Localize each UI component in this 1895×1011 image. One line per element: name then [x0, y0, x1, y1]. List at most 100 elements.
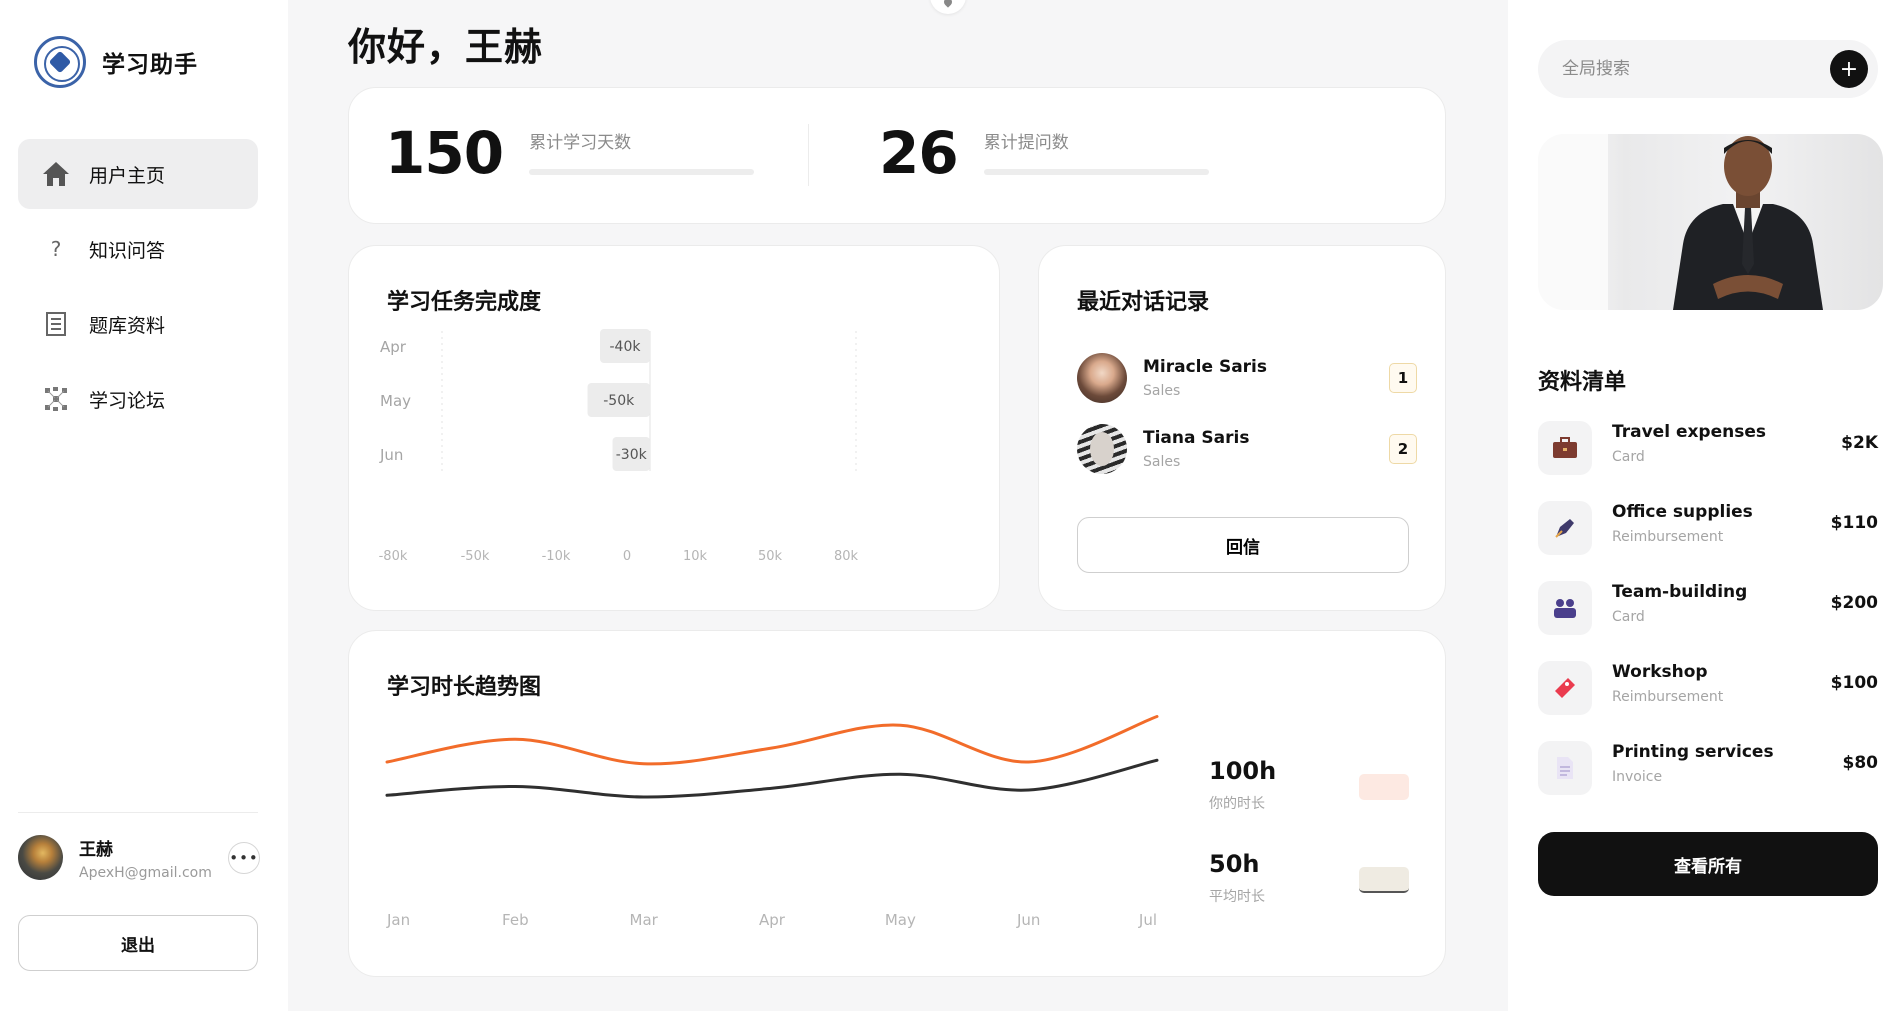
sidebar-item-qa[interactable]: ? 知识问答: [18, 214, 258, 284]
university-logo: [34, 36, 86, 88]
category-label: Apr: [380, 338, 407, 356]
contact-role: Sales: [1143, 454, 1181, 470]
divider: [808, 124, 809, 186]
view-all-button[interactable]: 查看所有: [1538, 832, 1878, 896]
task-completion-card: 学习任务完成度 Apr -40k May -50k Jun -30k -80k -50k -10…: [348, 245, 1000, 611]
legend-average-time: 50h 平均时长: [1209, 850, 1265, 906]
bar-data-label: -50k: [603, 393, 635, 409]
pin-icon[interactable]: [930, 0, 966, 14]
search-input[interactable]: [1562, 40, 1812, 98]
series-line: [385, 758, 1159, 799]
series-line: [385, 715, 1159, 766]
resource-name: Travel expenses: [1612, 422, 1767, 442]
bar-data-label: -30k: [616, 447, 648, 463]
study-trend-card: 学习时长趋势图 Jan Feb Mar Apr May Jun Jul 100h 你的时长 …: [348, 630, 1446, 977]
ellipsis-icon: •••: [229, 849, 259, 867]
section-title: 资料清单: [1538, 370, 1627, 395]
bar-data-label: -40k: [610, 339, 642, 355]
user-profile: 王赫 ApexH@gmail.com •••: [18, 812, 260, 902]
home-icon: [40, 158, 72, 190]
more-options-button[interactable]: •••: [228, 842, 260, 874]
team-icon: [1538, 581, 1592, 635]
x-tick-label: 0: [623, 549, 631, 564]
resource-amount: $80: [1842, 753, 1879, 773]
resource-name: Team-building: [1612, 582, 1748, 602]
legend-value: 50h: [1209, 850, 1260, 878]
user-email: ApexH@gmail.com: [79, 864, 212, 881]
sidebar-item-forum[interactable]: 学习论坛: [18, 364, 258, 434]
ticket-icon: [1538, 661, 1592, 715]
right-panel: + 资料清单 Travel expenses Card $2K Office s…: [1508, 0, 1895, 1011]
x-tick-label: Jul: [1138, 911, 1157, 929]
x-tick-label: -10k: [542, 549, 571, 564]
list-item[interactable]: Office supplies Reimbursement $110: [1538, 498, 1878, 556]
list-item[interactable]: Workshop Reimbursement $100: [1538, 658, 1878, 716]
resource-type: Card: [1612, 449, 1645, 465]
sidebar-item-home[interactable]: 用户主页: [18, 139, 258, 209]
sidebar-item-label: 学习论坛: [89, 389, 166, 412]
briefcase-icon: [1538, 421, 1592, 475]
avatar: [1077, 424, 1127, 474]
legend-value: 100h: [1209, 757, 1277, 785]
resource-name: Printing services: [1612, 742, 1774, 762]
x-tick-label: Apr: [759, 911, 786, 929]
x-tick-label: 50k: [758, 549, 783, 564]
stat-label: 累计提问数: [983, 133, 1069, 153]
brand: 学习助手: [34, 36, 198, 88]
x-tick-label: 10k: [683, 549, 708, 564]
x-tick-label: May: [885, 911, 916, 929]
card-title: 最近对话记录: [1077, 290, 1210, 315]
stat-progress-bar: [983, 169, 1209, 175]
x-tick-label: -80k: [379, 549, 408, 564]
study-trend-line-chart: Jan Feb Mar Apr May Jun Jul: [385, 715, 1159, 929]
sidebar-item-label: 知识问答: [89, 239, 166, 262]
x-tick-label: Jun: [1016, 911, 1040, 929]
global-search: +: [1538, 40, 1878, 98]
resource-type: Reimbursement: [1612, 529, 1724, 545]
stats-card: 150 累计学习天数 26 累计提问数: [348, 87, 1446, 224]
page-title: 你好，王赫: [348, 25, 544, 69]
sidebar: 学习助手 用户主页 ? 知识问答 题库资料 学习论坛 王赫 ApexH@gmai…: [0, 0, 288, 1011]
file-icon: [1538, 741, 1592, 795]
legend-swatch: [1359, 774, 1409, 800]
unread-badge: 1: [1389, 363, 1417, 393]
logout-button[interactable]: 退出: [18, 915, 258, 971]
x-tick-label: 80k: [834, 549, 859, 564]
resource-type: Reimbursement: [1612, 689, 1724, 705]
list-item[interactable]: Miracle Saris Sales 1: [1077, 350, 1417, 406]
user-name: 王赫: [79, 839, 113, 860]
resource-name: Workshop: [1612, 662, 1708, 682]
x-tick-label: Jan: [386, 911, 410, 929]
resource-amount: $2K: [1841, 433, 1878, 453]
add-button[interactable]: +: [1830, 50, 1868, 88]
sidebar-item-label: 题库资料: [89, 314, 166, 337]
sidebar-item-label: 用户主页: [89, 164, 166, 187]
list-item[interactable]: Team-building Card $200: [1538, 578, 1878, 636]
legend-your-time: 100h 你的时长: [1209, 757, 1276, 813]
document-icon: [40, 308, 72, 340]
sidebar-item-question-bank[interactable]: 题库资料: [18, 289, 258, 359]
contact-role: Sales: [1143, 383, 1181, 399]
stat-questions: 26 累计提问数: [879, 124, 1209, 182]
contact-name: Tiana Saris: [1143, 428, 1250, 448]
stat-value: 150: [385, 119, 504, 187]
stat-label: 累计学习天数: [529, 133, 632, 153]
reply-button[interactable]: 回信: [1077, 517, 1409, 573]
list-item[interactable]: Printing services Invoice $80: [1538, 738, 1878, 796]
resource-type: Card: [1612, 609, 1645, 625]
resource-type: Invoice: [1612, 769, 1663, 785]
sidebar-nav: 用户主页 ? 知识问答 题库资料 学习论坛: [18, 139, 258, 439]
legend-label: 你的时长: [1209, 796, 1265, 812]
pen-icon: [1538, 501, 1592, 555]
task-bar-chart: Apr -40k May -50k Jun -30k -80k -50k -10k 0 10k 50k…: [379, 329, 859, 564]
recent-dialogs-card: 最近对话记录 Miracle Saris Sales 1 Tiana Saris…: [1038, 245, 1446, 611]
avatar[interactable]: [18, 835, 63, 880]
stat-value: 26: [879, 119, 959, 187]
profile-photo: [1538, 134, 1883, 310]
list-item[interactable]: Tiana Saris Sales 2: [1077, 421, 1417, 477]
plus-icon: +: [1839, 56, 1859, 82]
unread-badge: 2: [1389, 434, 1417, 464]
list-item[interactable]: Travel expenses Card $2K: [1538, 418, 1878, 476]
x-tick-label: Mar: [630, 911, 659, 929]
avatar: [1077, 353, 1127, 403]
